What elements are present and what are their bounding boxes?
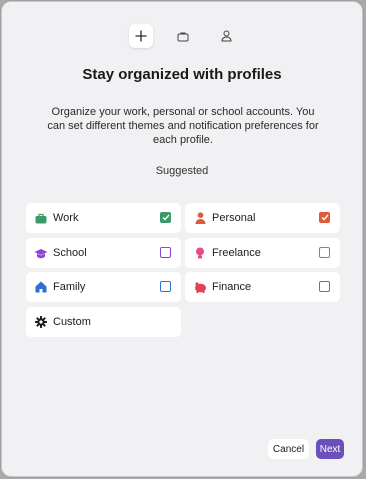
section-label: Suggested: [155, 165, 209, 177]
profile-option-work[interactable]: Work: [26, 203, 181, 233]
profile-option-family[interactable]: Family: [26, 272, 181, 302]
profile-label: Freelance: [212, 247, 261, 259]
next-button[interactable]: Next: [316, 439, 344, 459]
checkbox-unchecked[interactable]: [319, 247, 330, 258]
profile-label: Custom: [53, 316, 91, 328]
profile-option-finance[interactable]: Finance: [185, 272, 340, 302]
profile-option-school[interactable]: School: [26, 238, 181, 268]
plus-icon[interactable]: [129, 24, 153, 48]
profile-option-custom[interactable]: Custom: [26, 307, 181, 337]
briefcase-icon[interactable]: [171, 24, 195, 48]
profile-label: Family: [53, 281, 86, 293]
checkbox-checked[interactable]: [319, 212, 330, 223]
profiles-dialog: Stay organized with profiles Organize yo…: [1, 1, 363, 477]
checkbox-unchecked[interactable]: [160, 281, 171, 292]
checkbox-unchecked[interactable]: [160, 247, 171, 258]
profile-label: School: [53, 247, 87, 259]
profile-label: Personal: [212, 212, 256, 224]
house-icon: [34, 280, 48, 294]
dialog-title: Stay organized with profiles: [82, 66, 282, 83]
piggy-bank-icon: [193, 280, 207, 294]
profile-option-personal[interactable]: Personal: [185, 203, 340, 233]
cancel-button[interactable]: Cancel: [268, 439, 309, 459]
lightbulb-icon: [193, 246, 207, 260]
graduation-cap-icon: [34, 246, 48, 260]
profile-option-freelance[interactable]: Freelance: [185, 238, 340, 268]
person-icon[interactable]: [214, 24, 238, 48]
checkbox-checked[interactable]: [160, 212, 171, 223]
checkbox-unchecked[interactable]: [319, 281, 330, 292]
briefcase-icon: [34, 211, 48, 225]
person-icon: [193, 211, 207, 225]
gear-icon: [34, 315, 48, 329]
profile-type-switcher: [2, 24, 362, 48]
profile-label: Work: [53, 212, 79, 224]
dialog-description: Organize your work, personal or school a…: [47, 106, 319, 146]
profile-label: Finance: [212, 281, 252, 293]
